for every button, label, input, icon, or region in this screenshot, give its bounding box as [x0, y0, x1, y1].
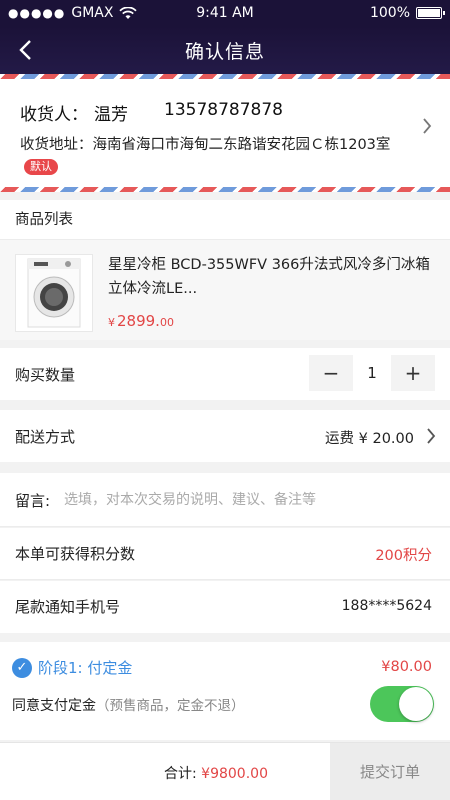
status-bar: ●●●●● GMAX 9:41 AM 100%	[0, 0, 450, 26]
shipping-fee: 运费 ¥ 20.00	[325, 431, 414, 447]
status-right: 100%	[369, 5, 445, 21]
deposit-agree-toggle[interactable]	[370, 686, 434, 722]
recipient-label: 收货人：	[20, 105, 88, 125]
notify-phone-label: 尾款通知手机号	[15, 598, 121, 616]
goods-item[interactable]: 星星冷柜 BCD-355WFV 366升法式风冷多门冰箱 立体冷流LE... ¥…	[0, 240, 450, 340]
quantity-row: 购买数量 − 1 +	[0, 348, 450, 400]
airmail-stripe-top	[0, 74, 450, 79]
decrease-button[interactable]: −	[309, 355, 353, 391]
product-price: ¥2899.00	[108, 312, 174, 330]
airmail-stripe-bottom	[0, 187, 450, 192]
battery-icon	[416, 7, 445, 19]
shipping-label: 配送方式	[15, 428, 76, 446]
washing-machine-image	[27, 258, 81, 328]
recipient-phone: 13578787878	[164, 100, 283, 120]
points-value: 200积分	[375, 548, 432, 564]
submit-order-button[interactable]: 提交订单	[330, 743, 450, 800]
battery-percent: 100%	[369, 5, 410, 21]
price-integer: 2899.	[117, 312, 160, 330]
nav-bar: 确认信息	[0, 26, 450, 74]
product-thumbnail	[15, 254, 93, 332]
order-total: 合计: ¥9800.00	[164, 763, 268, 783]
notify-phone-row: 尾款通知手机号 188****5624	[0, 581, 450, 633]
message-label: 留言:	[15, 492, 51, 510]
recipient-name: 温芳	[94, 105, 128, 125]
points-row: 本单可获得积分数 200积分	[0, 528, 450, 580]
bottom-bar: 合计: ¥9800.00 提交订单	[0, 742, 450, 800]
default-badge: 默认	[24, 159, 58, 175]
quantity-stepper: − 1 +	[309, 355, 435, 391]
chevron-right-icon	[423, 118, 432, 134]
deposit-stage: ✓ 阶段1: 付定金 ¥80.00 同意支付定金（预售商品，定金不退）	[0, 642, 450, 740]
message-row: 留言:	[0, 473, 450, 527]
deposit-agree-note: （预售商品，定金不退）	[96, 698, 245, 714]
total-amount: ¥9800.00	[201, 766, 268, 782]
checkmark-icon[interactable]: ✓	[12, 657, 32, 678]
toggle-knob	[399, 687, 433, 721]
message-input[interactable]	[64, 483, 434, 517]
points-label: 本单可获得积分数	[15, 545, 136, 563]
stage-title: 阶段1: 付定金	[38, 659, 133, 677]
page-title: 确认信息	[184, 41, 265, 63]
deposit-agree-text: 同意支付定金（预售商品，定金不退）	[12, 694, 245, 715]
increase-button[interactable]: +	[391, 355, 435, 391]
chevron-right-icon	[427, 428, 436, 444]
quantity-value[interactable]: 1	[353, 355, 391, 391]
address-value: 海南省海口市海甸二东路谐安花园Ｃ栋1203室	[92, 137, 391, 153]
deposit-agree-label: 同意支付定金	[12, 698, 96, 714]
address-text: 收货地址：海南省海口市海甸二东路谐安花园Ｃ栋1203室默认	[20, 134, 410, 180]
price-decimal: 00	[159, 316, 174, 329]
notify-phone-value: 188****5624	[341, 598, 432, 614]
stage-header: ✓ 阶段1: 付定金	[12, 657, 132, 678]
quantity-label: 购买数量	[15, 366, 76, 384]
product-name: 星星冷柜 BCD-355WFV 366升法式风冷多门冰箱 立体冷流LE...	[108, 257, 430, 297]
total-label: 合计:	[164, 766, 197, 782]
shipping-row[interactable]: 配送方式 运费 ¥ 20.00	[0, 410, 450, 462]
goods-header: 商品列表	[0, 200, 450, 240]
stage-amount: ¥80.00	[381, 659, 432, 675]
recipient-line: 收货人： 温芳 13578787878	[20, 100, 283, 125]
currency-symbol: ¥	[108, 316, 115, 329]
address-card[interactable]: 收货人： 温芳 13578787878 收货地址：海南省海口市海甸二东路谐安花园…	[0, 74, 450, 192]
goods-section: 商品列表 星星冷柜 BCD-355WFV 366升法式风冷多门冰箱 立体冷流LE…	[0, 200, 450, 340]
address-label: 收货地址：	[20, 137, 93, 153]
